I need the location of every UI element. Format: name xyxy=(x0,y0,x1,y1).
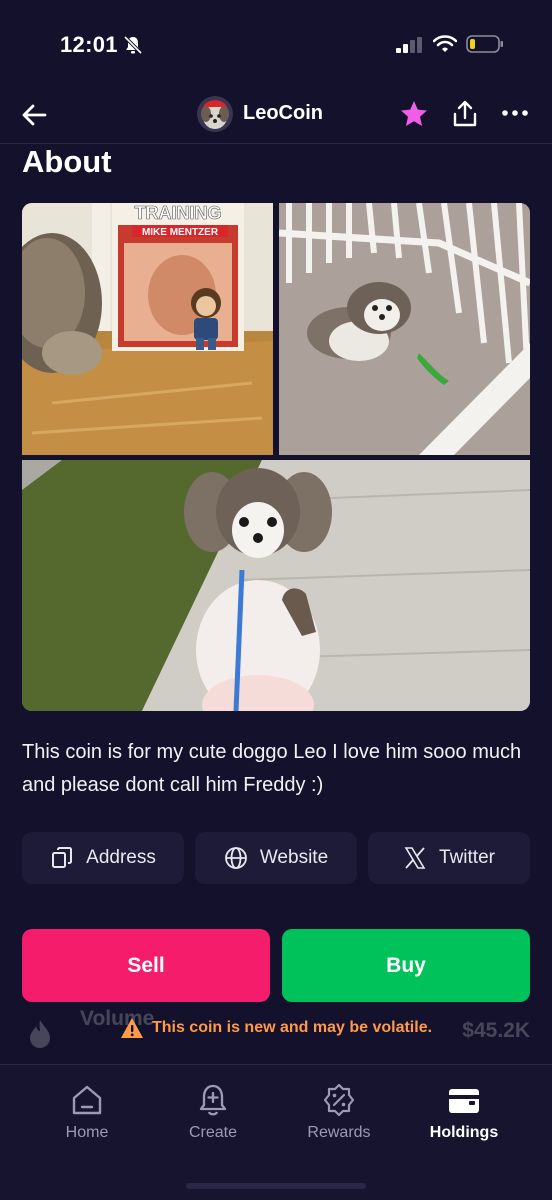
nav-header: LeoCoin xyxy=(0,90,552,144)
tab-create-label: Create xyxy=(188,1124,238,1141)
home-icon xyxy=(72,1085,102,1115)
tab-rewards[interactable]: Rewards xyxy=(279,1083,399,1142)
coin-description: This coin is for my cute doggo Leo I lov… xyxy=(22,741,522,796)
copy-icon xyxy=(52,847,73,868)
battery-low-icon xyxy=(466,35,503,53)
warning-text: This coin is new and may be volatile. xyxy=(151,1019,433,1036)
book-author-text: MIKE MENTZER xyxy=(142,227,219,238)
favorite-star-icon[interactable] xyxy=(399,99,429,129)
tab-holdings[interactable]: Holdings xyxy=(404,1083,524,1142)
back-arrow-icon[interactable] xyxy=(20,100,50,130)
tab-rewards-label: Rewards xyxy=(307,1124,371,1141)
dog-avatar-icon xyxy=(197,96,233,132)
book-title-text: TRAINING xyxy=(135,203,222,223)
home-indicator xyxy=(186,1183,366,1189)
cellular-signal-icon xyxy=(396,37,422,53)
twitter-button[interactable]: Twitter xyxy=(368,832,530,884)
address-label: Address xyxy=(86,847,156,868)
volatility-warning: This coin is new and may be volatile. xyxy=(0,1017,552,1039)
about-photo-book-and-dog: TRAINING MIKE MENTZER xyxy=(22,203,273,455)
website-label: Website xyxy=(259,847,329,868)
wifi-icon xyxy=(433,35,457,52)
bottom-tab-bar: Home Create Rewards Holdings xyxy=(0,1064,552,1200)
address-button[interactable]: Address xyxy=(22,832,184,884)
more-options-icon[interactable] xyxy=(500,103,530,123)
status-time: 12:01 xyxy=(60,32,118,57)
website-button[interactable]: Website xyxy=(195,832,357,884)
buy-button[interactable]: Buy xyxy=(282,929,530,1002)
bell-plus-icon xyxy=(199,1084,227,1116)
wallet-icon xyxy=(449,1089,479,1113)
tab-create[interactable]: Create xyxy=(153,1083,273,1142)
about-photo-dog-in-pen xyxy=(279,203,530,455)
tab-home[interactable]: Home xyxy=(27,1083,147,1142)
warning-triangle-icon xyxy=(120,1018,143,1038)
coin-avatar xyxy=(197,96,233,132)
about-photo-dog-begging xyxy=(22,460,530,711)
tab-home-label: Home xyxy=(65,1124,109,1141)
x-twitter-icon xyxy=(404,847,426,869)
status-bar: 12:01 xyxy=(0,0,552,90)
tab-holdings-label: Holdings xyxy=(429,1124,499,1141)
silent-bell-icon xyxy=(123,35,143,55)
percent-badge-icon xyxy=(323,1083,355,1117)
share-icon[interactable] xyxy=(451,99,479,129)
about-heading: About xyxy=(22,144,112,179)
sell-button[interactable]: Sell xyxy=(22,929,270,1002)
globe-icon xyxy=(224,847,247,869)
coin-name: LeoCoin xyxy=(243,102,323,124)
twitter-label: Twitter xyxy=(439,847,495,868)
